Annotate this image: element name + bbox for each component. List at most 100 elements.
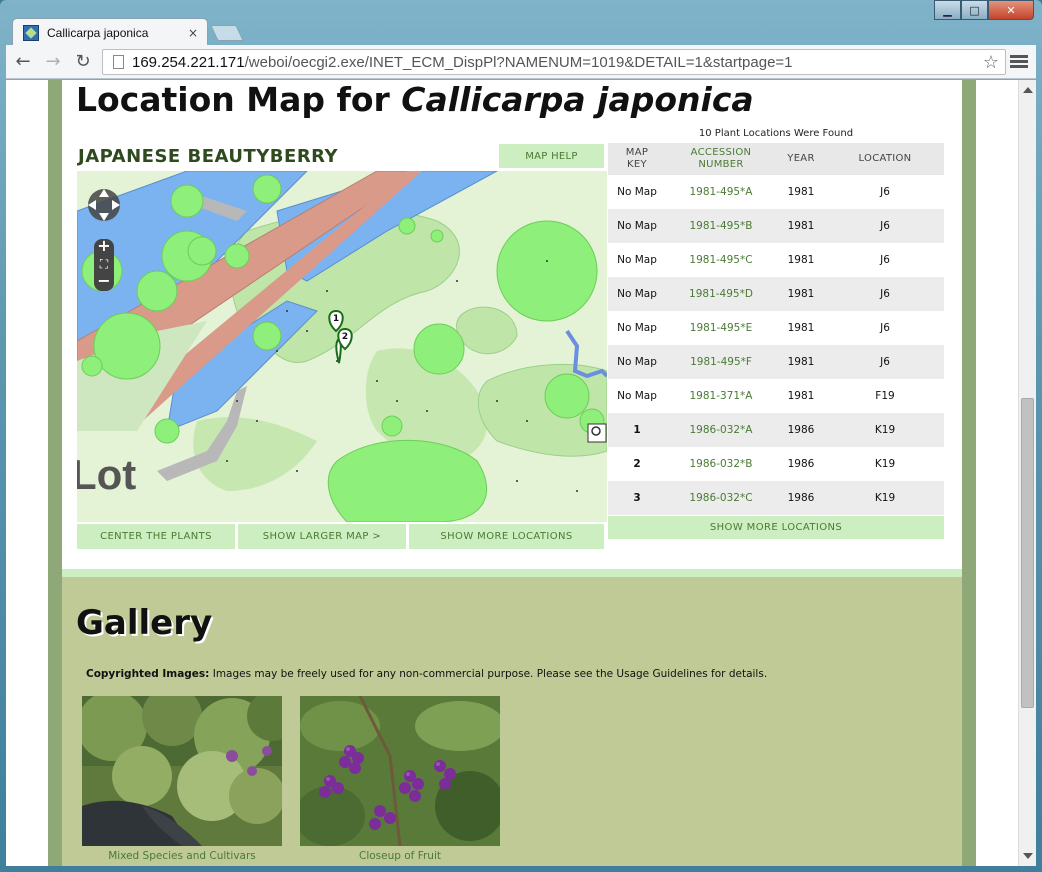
maximize-button[interactable]: □ [961, 0, 988, 20]
map-key-cell: No Map [617, 254, 657, 266]
table-row: No Map 1981-371*A 1981 F19 [608, 379, 944, 413]
favicon-icon [23, 24, 39, 41]
col-accession-line1: ACCESSION [690, 147, 752, 158]
show-more-locations-button[interactable]: SHOW MORE LOCATIONS [409, 524, 604, 549]
browser-toolbar: ← → ↻ 169.254.221.171/weboi/oecgi2.exe/I… [6, 45, 1036, 79]
gallery-title: Gallery [76, 603, 213, 643]
table-row: No Map 1981-495*A 1981 J6 [608, 175, 944, 209]
gallery-caption-shrubs[interactable]: Mixed Species and Cultivars [82, 850, 282, 862]
browser-tab[interactable]: Callicarpa japonica × [12, 18, 208, 46]
table-row: No Map 1981-495*C 1981 J6 [608, 243, 944, 277]
scroll-up-icon[interactable] [1023, 87, 1033, 93]
reload-button[interactable]: ↻ [70, 49, 96, 75]
location-cell: J6 [826, 277, 944, 311]
table-show-more-locations-button[interactable]: SHOW MORE LOCATIONS [608, 516, 944, 539]
vertical-scrollbar[interactable] [1018, 80, 1036, 866]
copyright-notice: Copyrighted Images: Images may be freely… [86, 668, 767, 680]
map-key-cell: No Map [617, 186, 657, 198]
show-larger-map-button[interactable]: SHOW LARGER MAP > [238, 524, 406, 549]
gallery-image-shrubs[interactable] [82, 696, 282, 846]
location-cell: J6 [880, 254, 890, 266]
year-cell: 1981 [787, 186, 815, 198]
accession-link[interactable]: 1986-032*C [666, 481, 776, 515]
accession-link[interactable]: 1981-495*D [666, 277, 776, 311]
location-cell: J6 [880, 186, 890, 198]
title-bar: Callicarpa japonica × ▁ □ ✕ [0, 0, 1042, 46]
map-pan-control[interactable] [88, 189, 120, 221]
map-canvas: Lot 1 2 [77, 171, 607, 522]
copyright-text: Images may be freely used for any non-co… [209, 668, 768, 680]
gallery-image-fruit[interactable] [300, 696, 500, 846]
locations-table-body: No Map 1981-495*A 1981 J6 No Map 1981-495*B 19… [608, 175, 944, 515]
col-map-key-line1: MAP [625, 147, 649, 158]
gallery-caption-fruit[interactable]: Closeup of Fruit [300, 850, 500, 862]
accession-link[interactable]: 1981-495*C [666, 243, 776, 277]
year-cell: 1986 [776, 413, 826, 447]
table-row: No Map 1981-495*E 1981 J6 [608, 311, 944, 345]
map-key-cell: 2 [633, 458, 641, 470]
accession-link[interactable]: 1981-495*B [666, 209, 776, 243]
locations-table: MAP KEY ACCESSION NUMBER YEAR LOCATION No … [608, 143, 944, 515]
year-cell: 1981 [776, 277, 826, 311]
map-key-cell: 3 [608, 481, 666, 515]
locations-found-text: 10 Plant Locations Were Found [698, 128, 854, 139]
table-row: 3 1986-032*C 1986 K19 [608, 481, 944, 515]
accession-link[interactable]: 1986-032*B [666, 447, 776, 481]
page-frame: Location Map for Callicarpa japonica JAP… [48, 80, 976, 866]
scroll-thumb[interactable] [1021, 398, 1034, 708]
center-plants-button[interactable]: CENTER THE PLANTS [77, 524, 235, 549]
zoom-out-button[interactable]: − [94, 272, 114, 290]
location-cell: K19 [826, 413, 944, 447]
tab-title: Callicarpa japonica [47, 25, 149, 40]
new-tab-button[interactable] [210, 25, 244, 41]
plant-common-name: JAPANESE BEAUTYBERRY [78, 146, 339, 167]
url-path: /weboi/oecgi2.exe/INET_ECM_DispPl?NAMENU… [244, 53, 793, 71]
accession-link[interactable]: 1981-371*A [666, 379, 776, 413]
menu-icon[interactable] [1010, 53, 1028, 71]
page-title: Location Map for Callicarpa japonica [76, 80, 754, 119]
zoom-in-button[interactable]: + [94, 237, 114, 255]
accession-link[interactable]: 1981-495*F [666, 345, 776, 379]
year-cell: 1986 [776, 481, 826, 515]
table-row: No Map 1981-495*B 1981 J6 [608, 209, 944, 243]
year-cell: 1981 [787, 254, 815, 266]
title-prefix: Location Map for [76, 80, 402, 119]
copyright-label: Copyrighted Images: [86, 668, 210, 680]
fullscreen-icon[interactable]: ⛶ [94, 256, 114, 272]
year-cell: 1981 [787, 390, 815, 402]
table-row: No Map 1981-495*F 1981 J6 [608, 345, 944, 379]
accession-link[interactable]: 1986-032*A [666, 413, 776, 447]
col-map-key-line2: KEY [627, 159, 647, 170]
year-cell: 1981 [776, 345, 826, 379]
section-divider [62, 569, 962, 577]
bookmark-star-icon[interactable]: ☆ [983, 52, 999, 73]
map-key-cell: No Map [617, 322, 657, 334]
back-button[interactable]: ← [10, 49, 36, 75]
map-key-cell: No Map [608, 345, 666, 379]
address-bar[interactable]: 169.254.221.171/weboi/oecgi2.exe/INET_EC… [102, 49, 1006, 75]
location-cell: J6 [826, 209, 944, 243]
location-cell: K19 [826, 481, 944, 515]
accession-link[interactable]: 1981-495*E [666, 311, 776, 345]
browser-window: Callicarpa japonica × ▁ □ ✕ ← → ↻ 169.25… [0, 0, 1042, 872]
year-cell: 1981 [787, 322, 815, 334]
col-location: LOCATION [826, 143, 944, 175]
table-row: No Map 1981-495*D 1981 J6 [608, 277, 944, 311]
map-key-cell: No Map [608, 209, 666, 243]
scroll-down-icon[interactable] [1023, 853, 1033, 859]
map-help-button[interactable]: MAP HELP [499, 144, 604, 168]
close-window-button[interactable]: ✕ [988, 0, 1034, 20]
forward-button[interactable]: → [40, 49, 66, 75]
url-text[interactable]: 169.254.221.171/weboi/oecgi2.exe/INET_EC… [132, 54, 983, 71]
marker-1-label: 1 [333, 314, 339, 324]
table-row: 2 1986-032*B 1986 K19 [608, 447, 944, 481]
tab-close-icon[interactable]: × [188, 26, 198, 40]
accession-link[interactable]: 1981-495*A [666, 175, 776, 209]
map-key-cell: 1 [608, 413, 666, 447]
location-cell: J6 [880, 322, 890, 334]
map-lot-label: Lot [77, 451, 136, 498]
fruit-photo [300, 696, 500, 846]
minimize-button[interactable]: ▁ [934, 0, 961, 20]
gallery-section: Gallery Copyrighted Images: Images may b… [62, 577, 962, 866]
location-map[interactable]: Lot 1 2 + ⛶ − [77, 171, 607, 522]
